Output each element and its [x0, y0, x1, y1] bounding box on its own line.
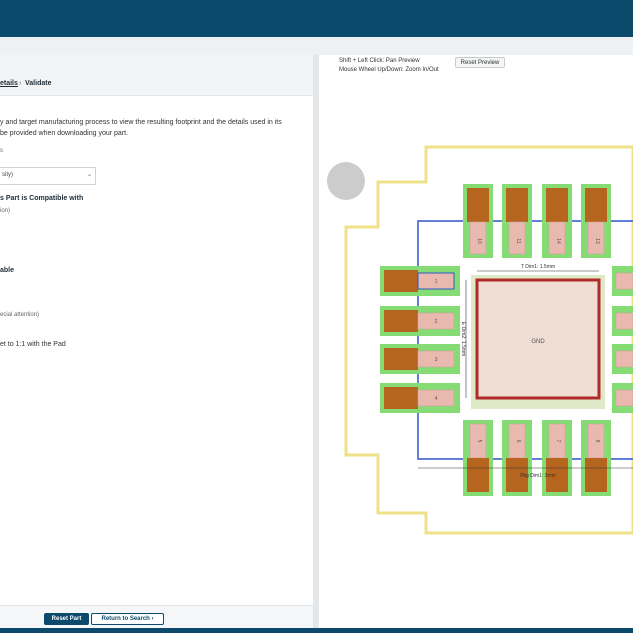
- tab-validate[interactable]: Validate: [25, 80, 51, 87]
- chevron-down-icon: ⌄: [86, 172, 92, 178]
- pan-hint: Shift + Left Click: Pan Preview: [339, 58, 420, 64]
- pad: [615, 389, 633, 407]
- pad-copper: [384, 387, 418, 409]
- pad-number: 13: [594, 238, 600, 244]
- pad-copper: [585, 458, 607, 492]
- description-text: y and target manufacturing process to vi…: [0, 117, 310, 139]
- pad-number: 1: [435, 279, 438, 285]
- pad-copper: [384, 270, 418, 292]
- return-to-search-button[interactable]: Return to Search ›: [91, 613, 164, 625]
- bottom-bar: [0, 628, 633, 633]
- pad-copper: [506, 188, 528, 222]
- app-header: [0, 0, 633, 37]
- compatibility-heading: s Part is Compatible with: [0, 195, 84, 202]
- pin1-marker: [327, 162, 365, 200]
- description-line-1: y and target manufacturing process to vi…: [0, 119, 282, 126]
- pad-copper: [384, 348, 418, 370]
- density-select[interactable]: sity) ⌄: [0, 167, 96, 185]
- zoom-hint: Mouse Wheel Up/Down: Zoom In/Out: [339, 67, 439, 73]
- table-heading: able: [0, 267, 15, 274]
- pad-number: 8: [594, 440, 600, 443]
- pad: [615, 312, 633, 330]
- pad-copper: [467, 458, 489, 492]
- reset-part-button[interactable]: Reset Part: [44, 613, 89, 625]
- tab-details[interactable]: etails: [0, 80, 18, 87]
- pad-ratio-text: et to 1:1 with the Pad: [0, 341, 66, 348]
- dim-t-label: T Dim1: 1.5mm: [521, 264, 555, 270]
- pad-copper: [585, 188, 607, 222]
- pad-number: 10: [476, 238, 482, 244]
- pad-number: 11: [515, 238, 521, 243]
- step-tabs: etails › Validate: [0, 55, 313, 96]
- special-attention-note: ecial attention): [0, 312, 40, 318]
- pad: [615, 350, 633, 368]
- select-label: s: [0, 148, 3, 154]
- pad-number: 14: [555, 238, 561, 244]
- pad-number: 4: [435, 396, 438, 402]
- dim-e-label: E Dim2: 1.5mm: [460, 322, 466, 356]
- pad-copper: [384, 310, 418, 332]
- pad-copper: [546, 188, 568, 222]
- pad-number: 5: [476, 440, 482, 443]
- gnd-label: GND: [531, 339, 545, 345]
- tab-separator: ›: [19, 80, 22, 87]
- footprint-preview[interactable]: 10 11 14 13 1234 5678 GND T Dim1: 1.5mm E D…: [319, 75, 633, 628]
- chevron-right-icon: ›: [151, 616, 154, 622]
- dim-pkg-label: Pkg Dim1: 3mm: [520, 473, 556, 479]
- description-line-2: be provided when downloading your part.: [0, 130, 129, 137]
- return-label: Return to Search: [101, 616, 150, 622]
- pad-copper: [467, 188, 489, 222]
- pad-number: 3: [435, 357, 438, 363]
- pad-number: 7: [555, 440, 561, 443]
- sub-header: [0, 37, 633, 56]
- pad-number: 6: [515, 440, 521, 443]
- pad-number: 2: [435, 319, 438, 325]
- reset-preview-button[interactable]: Reset Preview: [455, 57, 505, 68]
- compatibility-note: ion): [0, 208, 11, 214]
- pad: [615, 272, 633, 290]
- density-select-value: sity): [2, 172, 13, 178]
